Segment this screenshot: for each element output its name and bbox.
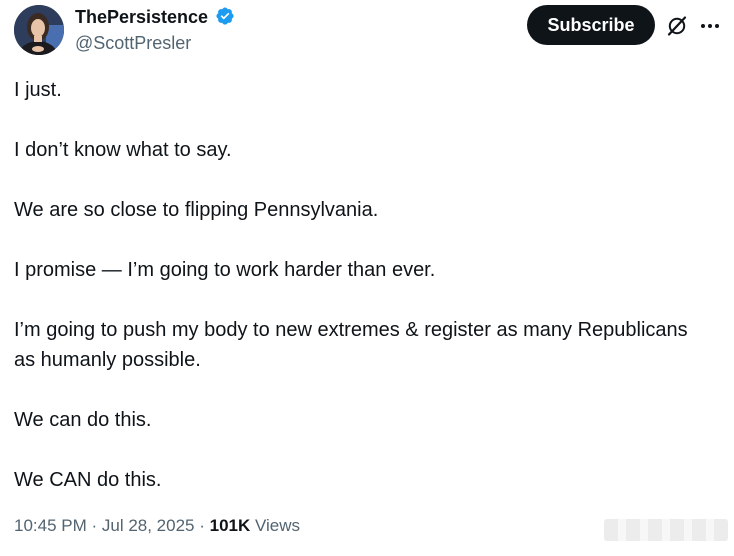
tweet-header: ThePersistence @ScottPresler Subscribe (0, 0, 734, 60)
avatar-image (14, 5, 64, 55)
author-handle[interactable]: @ScottPresler (75, 32, 235, 54)
meta-separator: · (194, 516, 210, 535)
tweet-text: I just. I don’t know what to say. We are… (14, 75, 714, 495)
tweet-paragraph: I’m going to push my body to new extreme… (14, 319, 694, 371)
views-label: Views (250, 516, 301, 535)
tweet-paragraph: I promise — I’m going to work harder tha… (14, 259, 436, 281)
tweet-date: Jul 28, 2025 (101, 516, 195, 535)
author-info: ThePersistence @ScottPresler (75, 6, 235, 54)
verified-badge-icon[interactable] (215, 6, 235, 26)
subscribe-button[interactable]: Subscribe (527, 5, 655, 45)
tweet-paragraph: I don’t know what to say. (14, 139, 232, 161)
tweet-timestamp[interactable]: 10:45 PM · Jul 28, 2025 (14, 516, 195, 535)
blurred-watermark (604, 519, 728, 541)
more-options-icon[interactable] (698, 14, 722, 38)
tweet-meta: 10:45 PM · Jul 28, 2025 · 101K Views (14, 513, 300, 539)
display-name[interactable]: ThePersistence (75, 6, 208, 28)
views-count: 101K (209, 516, 251, 535)
avatar[interactable] (14, 5, 64, 55)
tweet-paragraph: We can do this. (14, 409, 152, 431)
tweet-paragraph: We CAN do this. (14, 469, 162, 491)
grok-icon[interactable] (665, 14, 689, 38)
meta-separator: · (86, 516, 102, 535)
tweet-time: 10:45 PM (14, 516, 87, 535)
tweet-paragraph: I just. (14, 79, 62, 101)
tweet-paragraph: We are so close to flipping Pennsylvania… (14, 199, 379, 221)
